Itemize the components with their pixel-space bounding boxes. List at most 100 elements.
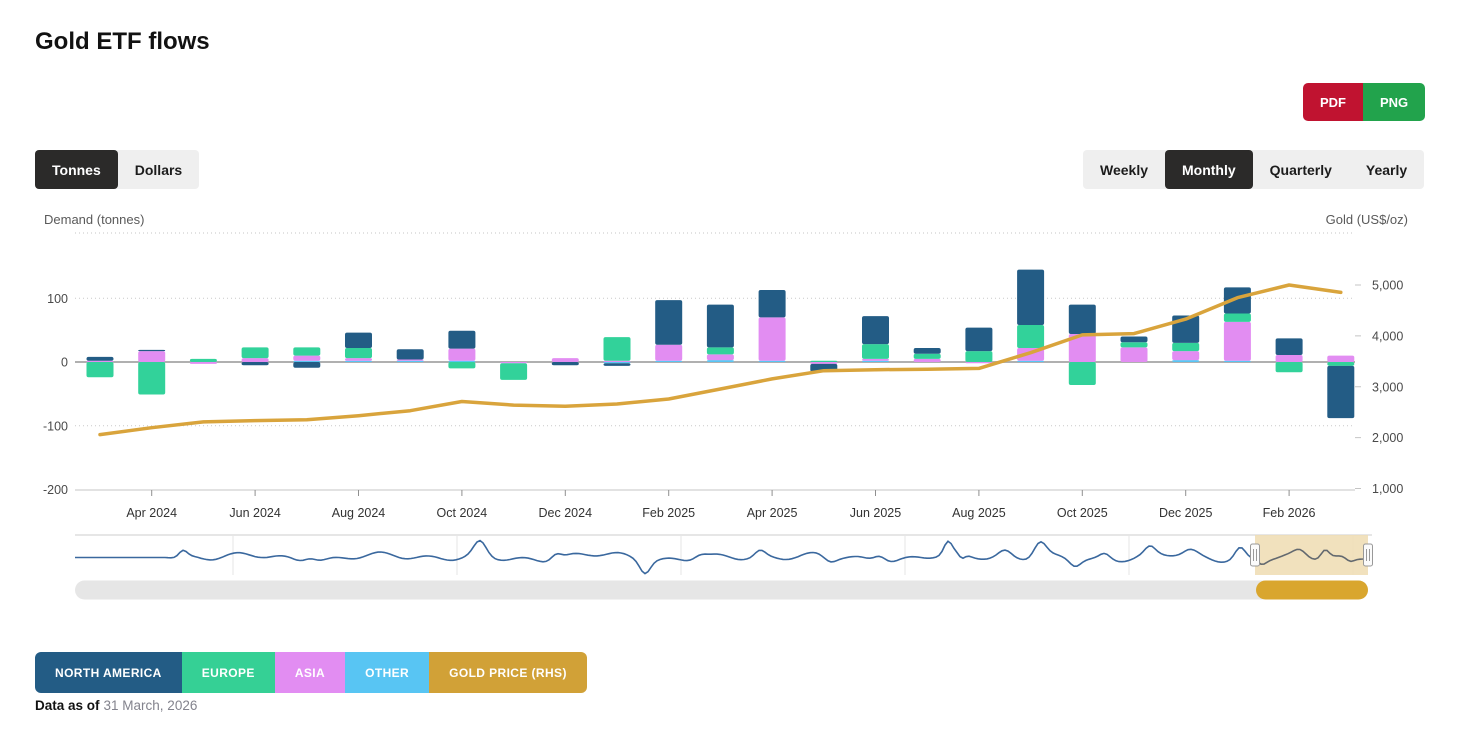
bar-segment	[914, 359, 941, 362]
navigator-handle-left[interactable]	[1251, 544, 1260, 566]
bar-segment	[293, 361, 320, 362]
left-axis-label: 0	[61, 356, 68, 370]
bar-segment	[1172, 351, 1199, 360]
bar-segment	[914, 354, 941, 359]
bar-segment	[345, 361, 372, 362]
x-axis-label: Jun 2024	[229, 506, 280, 520]
right-axis-label: 4,000	[1372, 329, 1403, 343]
left-axis-label: -100	[43, 419, 68, 433]
bar-segment	[604, 337, 631, 361]
bar-segment	[965, 351, 992, 362]
data-as-of-date: 31 March, 2026	[100, 698, 198, 713]
bar-segment	[1069, 362, 1096, 385]
legend-item-asia[interactable]: ASIA	[275, 652, 345, 693]
x-axis-label: Oct 2025	[1057, 506, 1108, 520]
bar-segment	[293, 356, 320, 361]
bar-segment	[759, 317, 786, 360]
bar-segment	[552, 362, 579, 365]
bar-segment	[862, 361, 889, 362]
bar-segment	[397, 359, 424, 360]
bar-segment	[965, 362, 992, 363]
bar-segment	[552, 358, 579, 362]
bar-segment	[604, 362, 631, 363]
bar-segment	[1276, 355, 1303, 362]
x-axis-label: Oct 2024	[437, 506, 488, 520]
bar-segment	[1172, 343, 1199, 351]
legend-item-gold-price-rhs-[interactable]: GOLD PRICE (RHS)	[429, 652, 587, 693]
bar-segment	[87, 361, 114, 362]
bar-segment	[1017, 361, 1044, 362]
bar-segment	[1224, 322, 1251, 361]
legend-item-other[interactable]: OTHER	[345, 652, 429, 693]
bar-segment	[759, 290, 786, 317]
bar-segment	[810, 362, 837, 364]
bar-segment	[1327, 362, 1354, 366]
bar-segment	[1121, 342, 1148, 347]
bar-segment	[87, 362, 114, 377]
bar-segment	[1172, 360, 1199, 362]
bar-segment	[138, 350, 165, 351]
bar-segment	[1276, 338, 1303, 355]
bar-segment	[862, 359, 889, 361]
bar-segment	[759, 361, 786, 362]
right-axis-label: 1,000	[1372, 482, 1403, 496]
bar-segment	[1017, 270, 1044, 325]
bar-segment	[965, 328, 992, 352]
bar-segment	[914, 348, 941, 354]
x-axis-label: Aug 2025	[952, 506, 1006, 520]
bar-segment	[345, 348, 372, 358]
bar-segment	[1017, 325, 1044, 348]
bar-segment	[810, 361, 837, 362]
bar-segment	[138, 362, 165, 395]
chart-legend: NORTH AMERICAEUROPEASIAOTHERGOLD PRICE (…	[35, 652, 587, 693]
bar-segment	[500, 362, 527, 363]
right-axis-label: 5,000	[1372, 279, 1403, 293]
bar-segment	[293, 347, 320, 355]
scrollbar-track[interactable]	[75, 581, 1368, 600]
bar-segment	[1276, 362, 1303, 372]
bar-segment	[1224, 361, 1251, 362]
etf-flows-chart: 1000-100-2005,0004,0003,0002,0001,000Apr…	[0, 0, 1480, 730]
bar-segment	[345, 358, 372, 361]
bar-segment	[448, 362, 475, 368]
bar-segment	[862, 344, 889, 359]
bar-segment	[707, 354, 734, 360]
left-axis-label: -200	[43, 483, 68, 497]
bar-segment	[707, 347, 734, 354]
navigator-handle-right[interactable]	[1364, 544, 1373, 566]
legend-item-north-america[interactable]: NORTH AMERICA	[35, 652, 182, 693]
bar-segment	[1069, 305, 1096, 334]
bar-segment	[242, 362, 269, 365]
bar-segment	[862, 316, 889, 344]
bar-segment	[1327, 356, 1354, 362]
x-axis-label: Feb 2025	[642, 506, 695, 520]
bar-segment	[190, 362, 217, 364]
bar-segment	[448, 331, 475, 349]
bar-segment	[655, 345, 682, 361]
x-axis-label: Feb 2026	[1263, 506, 1316, 520]
bar-segment	[345, 333, 372, 348]
bar-segment	[397, 349, 424, 359]
x-axis-label: Jun 2025	[850, 506, 901, 520]
bar-segment	[655, 300, 682, 345]
x-axis-label: Apr 2024	[126, 506, 177, 520]
left-axis-label: 100	[47, 292, 68, 306]
bar-segment	[1224, 314, 1251, 322]
bar-segment	[707, 360, 734, 362]
scrollbar-thumb[interactable]	[1256, 581, 1368, 600]
x-axis-label: Aug 2024	[332, 506, 386, 520]
bar-segment	[1121, 337, 1148, 343]
bar-segment	[397, 361, 424, 362]
x-axis-label: Dec 2025	[1159, 506, 1213, 520]
bar-segment	[242, 358, 269, 362]
bar-segment	[604, 361, 631, 362]
bar-segment	[138, 351, 165, 362]
x-axis-label: Apr 2025	[747, 506, 798, 520]
bar-segment	[500, 363, 527, 380]
navigator-selected-range[interactable]	[1255, 535, 1368, 575]
legend-item-europe[interactable]: EUROPE	[182, 652, 275, 693]
data-as-of: Data as of31 March, 2026	[35, 698, 197, 713]
bar-segment	[87, 357, 114, 361]
x-axis-label: Dec 2024	[539, 506, 593, 520]
bar-segment	[242, 347, 269, 358]
